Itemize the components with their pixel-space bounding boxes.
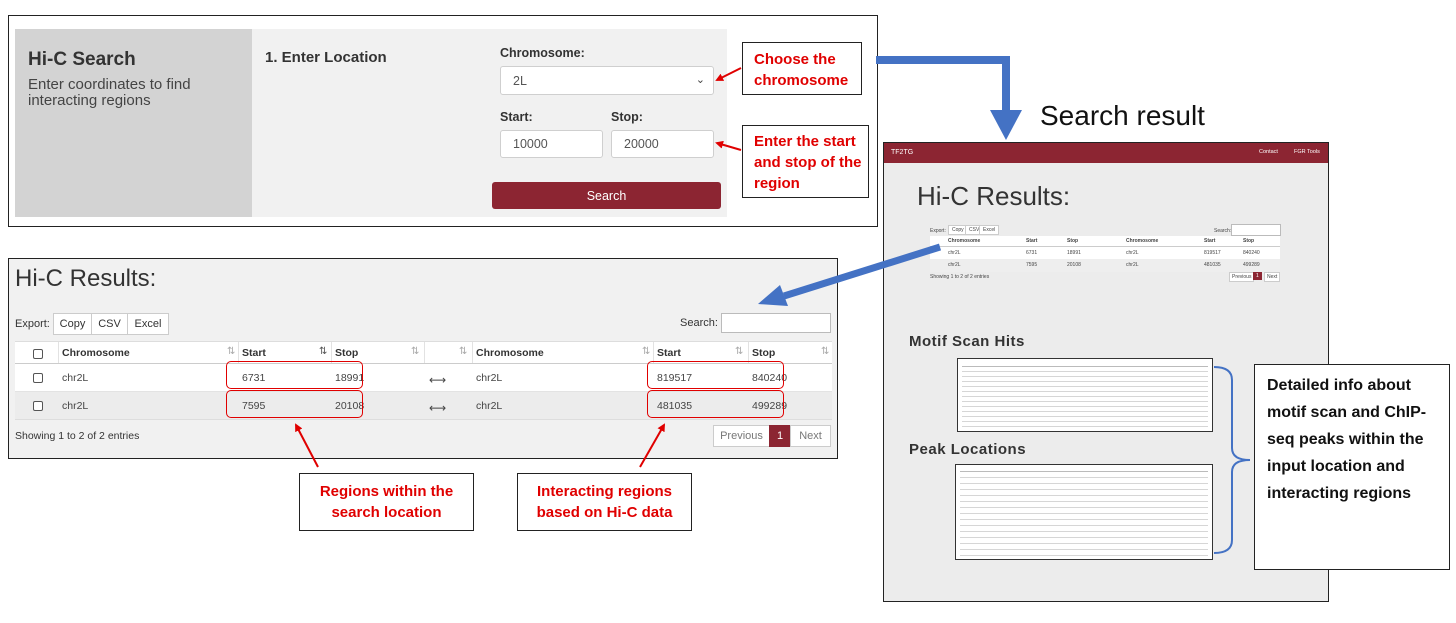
blue-arrowhead <box>990 110 1022 140</box>
annotation-arrows <box>295 56 1251 554</box>
red-arrow <box>639 423 665 468</box>
curly-brace <box>1213 366 1251 554</box>
red-arrow <box>715 67 742 81</box>
red-arrow <box>295 423 319 468</box>
red-arrow <box>715 140 742 151</box>
blue-arrow <box>782 243 942 300</box>
blue-arrowhead <box>758 285 788 306</box>
blue-arrow <box>876 56 1010 112</box>
